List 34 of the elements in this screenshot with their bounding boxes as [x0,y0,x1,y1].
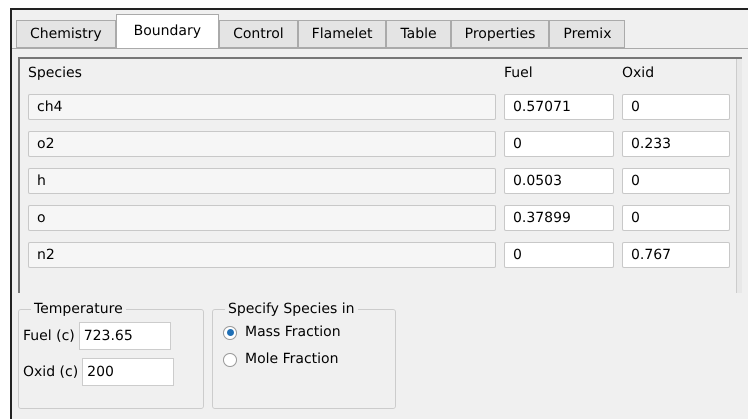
fuel-field[interactable]: 0.0503 [504,168,614,194]
oxid-field[interactable]: 0 [622,94,730,120]
fuel-field[interactable]: 0 [504,131,614,157]
radio-button[interactable] [223,352,237,366]
scrollbar[interactable] [736,59,742,293]
field-label: Fuel (c) [23,326,75,346]
species-field[interactable]: o2 [28,131,496,157]
fuel-field[interactable]: 0.57071 [504,94,614,120]
fuel-field[interactable]: 0 [504,242,614,268]
oxid-field[interactable]: 0 [622,168,730,194]
column-header: Oxid [622,64,656,82]
tab[interactable]: Chemistry [16,20,116,48]
fuel-field[interactable]: 0.37899 [504,205,614,231]
oxid-field[interactable]: 0.767 [622,242,730,268]
radio-label: Mass Fraction [245,323,341,342]
tab[interactable]: Flamelet [298,20,386,48]
tab[interactable]: Premix [549,20,626,48]
oxid-field[interactable]: 0 [622,205,730,231]
temperature-input[interactable]: 723.65 [78,322,171,350]
tab[interactable]: Properties [450,20,550,48]
tab[interactable]: Boundary [116,14,220,48]
tab[interactable]: Control [219,20,298,48]
radio-button[interactable] [223,326,237,340]
column-header: Species [28,64,83,82]
species-field[interactable]: h [28,168,496,194]
column-header: Fuel [504,64,534,82]
species-field[interactable]: o [28,205,496,231]
species-field[interactable]: ch4 [28,94,496,120]
oxid-field[interactable]: 0.233 [622,131,730,157]
species-field[interactable]: n2 [28,242,496,268]
temperature-input[interactable]: 200 [82,358,174,386]
field-label: Oxid (c) [23,362,78,382]
radio-label: Mole Fraction [245,350,338,369]
tab[interactable]: Table [386,20,451,48]
